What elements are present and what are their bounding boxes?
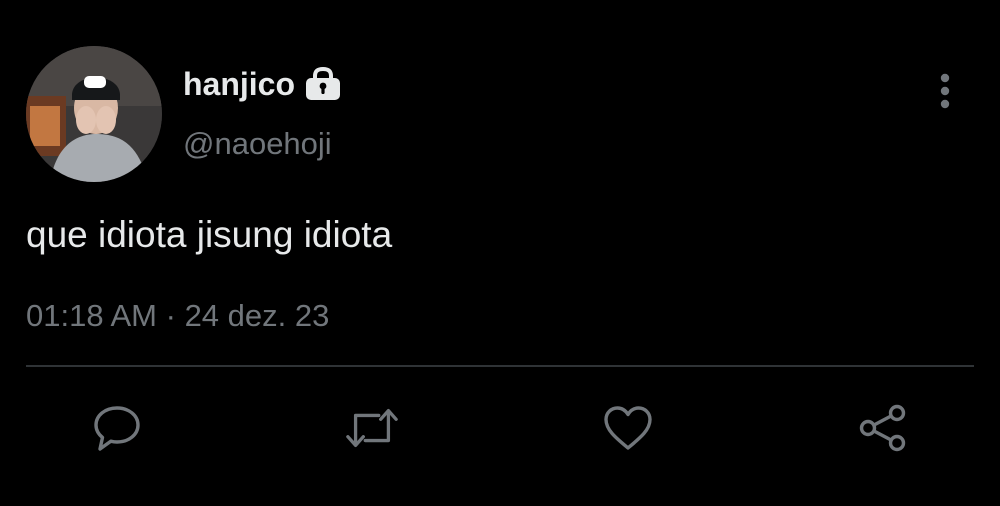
share-button[interactable] [855, 402, 911, 454]
meta-separator: · [165, 298, 176, 333]
display-name-row: hanjico [183, 64, 341, 104]
like-button[interactable] [600, 402, 656, 454]
more-options-button[interactable] [925, 68, 965, 114]
divider [26, 365, 974, 367]
speech-bubble-icon [94, 406, 140, 451]
tweet-text: que idiota jisung idiota [26, 214, 393, 255]
lock-icon [305, 66, 341, 101]
avatar[interactable] [26, 46, 162, 182]
heart-icon [604, 406, 652, 450]
user-handle[interactable]: @naoehoji [183, 124, 332, 164]
more-vertical-icon [940, 73, 950, 109]
display-name[interactable]: hanjico [183, 64, 295, 104]
tweet-date[interactable]: 24 dez. 23 [185, 298, 330, 333]
share-icon [859, 404, 906, 452]
avatar-photo [26, 46, 162, 182]
retweet-button[interactable] [344, 402, 400, 454]
reply-button[interactable] [89, 402, 145, 454]
tweet-time[interactable]: 01:18 AM [26, 298, 157, 333]
tweet-timestamp: 01:18 AM · 24 dez. 23 [26, 296, 329, 336]
retweet-icon [346, 408, 398, 448]
